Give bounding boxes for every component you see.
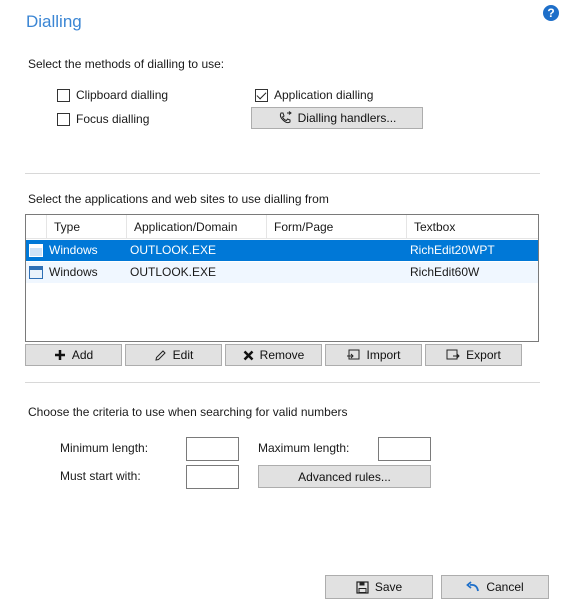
advanced-rules-label: Advanced rules... (298, 469, 391, 484)
export-label: Export (466, 348, 501, 362)
save-button[interactable]: Save (325, 575, 433, 599)
application-checkbox-box[interactable] (255, 88, 268, 102)
cancel-label: Cancel (486, 580, 524, 594)
clipboard-checkbox-box[interactable] (57, 88, 70, 102)
methods-label: Select the methods of dialling to use: (28, 57, 225, 71)
advanced-rules-button[interactable]: Advanced rules... (258, 465, 431, 488)
must-start-field[interactable] (186, 465, 239, 489)
row-type: Windows (49, 265, 98, 279)
add-button[interactable]: Add (25, 344, 122, 366)
clipboard-dialling-label: Clipboard dialling (76, 88, 169, 102)
separator (25, 173, 540, 174)
separator (25, 382, 540, 383)
undo-arrow-icon (466, 581, 480, 593)
row-app: OUTLOOK.EXE (130, 243, 217, 257)
remove-button[interactable]: Remove (225, 344, 322, 366)
row-app: OUTLOOK.EXE (130, 265, 217, 279)
apps-listview[interactable]: Type Application/Domain Form/Page Textbo… (25, 214, 539, 342)
floppy-icon (356, 580, 369, 594)
dialling-handlers-button[interactable]: Dialling handlers... (251, 107, 423, 129)
export-button[interactable]: Export (425, 344, 522, 366)
row-textbox: RichEdit20WPT (410, 243, 495, 257)
must-start-label: Must start with: (60, 469, 141, 483)
min-length-field[interactable] (186, 437, 239, 461)
pencil-icon (154, 349, 167, 362)
listview-header: Type Application/Domain Form/Page Textbo… (26, 215, 538, 239)
table-row[interactable]: Windows OUTLOOK.EXE RichEdit60W (26, 262, 538, 283)
export-icon (446, 349, 460, 362)
add-label: Add (71, 348, 94, 362)
import-button[interactable]: Import (325, 344, 422, 366)
focus-dialling-checkbox[interactable]: Focus dialling (57, 112, 149, 126)
max-length-field[interactable] (378, 437, 431, 461)
row-textbox: RichEdit60W (410, 265, 480, 279)
import-icon (346, 349, 360, 362)
focus-dialling-label: Focus dialling (76, 112, 150, 126)
x-icon (243, 350, 254, 361)
edit-button[interactable]: Edit (125, 344, 222, 366)
clipboard-dialling-checkbox[interactable]: Clipboard dialling (57, 88, 168, 102)
edit-label: Edit (172, 348, 194, 362)
column-header-app[interactable]: Application/Domain (126, 215, 266, 239)
window-icon (29, 244, 43, 257)
focus-checkbox-box[interactable] (57, 112, 70, 126)
column-header-form[interactable]: Form/Page (266, 215, 406, 239)
criteria-label: Choose the criteria to use when searchin… (28, 405, 348, 419)
plus-icon (54, 349, 66, 361)
min-length-label: Minimum length: (60, 441, 149, 455)
column-header-textbox[interactable]: Textbox (406, 215, 539, 239)
page-title: Dialling (26, 12, 82, 31)
application-dialling-label: Application dialling (274, 88, 374, 102)
dialling-handlers-label: Dialling handlers... (297, 111, 397, 125)
help-icon[interactable]: ? (543, 5, 559, 21)
application-dialling-checkbox[interactable]: Application dialling (255, 88, 373, 102)
remove-label: Remove (259, 348, 305, 362)
max-length-label: Maximum length: (258, 441, 350, 455)
table-row[interactable]: Windows OUTLOOK.EXE RichEdit20WPT (26, 240, 538, 261)
cancel-button[interactable]: Cancel (441, 575, 549, 599)
row-type: Windows (49, 243, 98, 257)
import-label: Import (366, 348, 401, 362)
phone-arrow-icon (278, 111, 292, 125)
window-icon (29, 266, 43, 279)
apps-label: Select the applications and web sites to… (28, 192, 329, 206)
save-label: Save (374, 580, 403, 594)
